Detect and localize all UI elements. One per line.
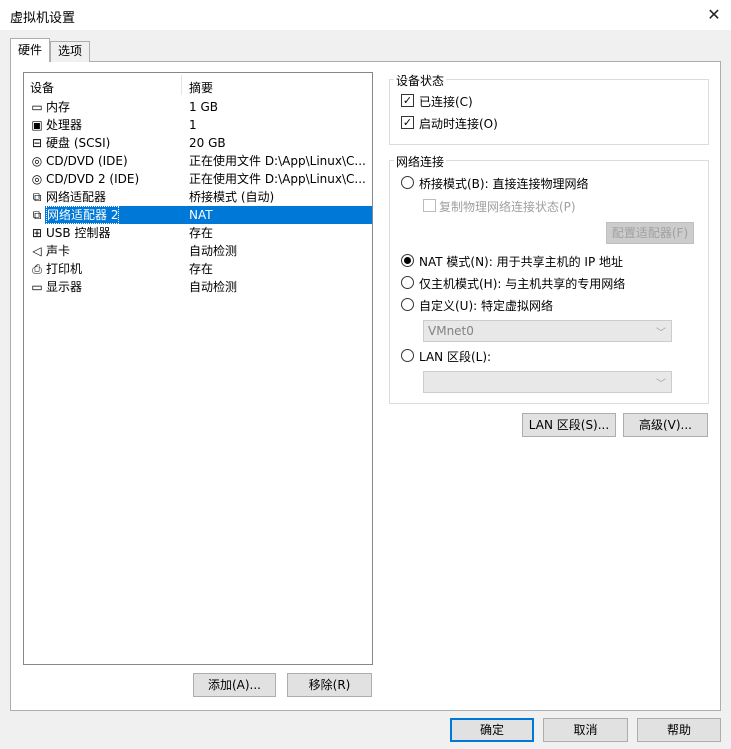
device-summary: 正在使用文件 D:\App\Linux\C... (189, 154, 366, 168)
network-adapter-icon: ⧉ (32, 190, 42, 204)
replicate-state-checkbox[interactable] (423, 199, 436, 212)
device-name: 显示器 (46, 280, 83, 294)
lan-segments-button[interactable]: LAN 区段(S)... (522, 413, 616, 437)
add-button[interactable]: 添加(A)... (193, 673, 276, 697)
device-name: USB 控制器 (46, 226, 111, 240)
replicate-state-label[interactable]: 复制物理网络连接状态(P) (439, 198, 576, 215)
title-bar (0, 0, 731, 30)
connected-label[interactable]: 已连接(C) (419, 93, 473, 110)
device-row[interactable]: ⊟ 硬盘 (SCSI) 20 GB (24, 134, 372, 152)
printer-icon: ⎙ (32, 262, 42, 276)
memory-icon: ▭ (31, 100, 43, 114)
device-row[interactable]: ▭ 显示器 自动检测 (24, 278, 372, 296)
device-summary: 桥接模式 (自动) (189, 190, 275, 204)
custom-network-value: VMnet0 (428, 324, 474, 338)
device-row[interactable]: ◎ CD/DVD (IDE) 正在使用文件 D:\App\Linux\C... (24, 152, 372, 170)
hard-disk-icon: ⊟ (31, 136, 43, 150)
connected-checkbox[interactable]: ✓ (401, 94, 414, 107)
connect-at-power-on-label[interactable]: 启动时连接(O) (419, 115, 498, 132)
display-icon: ▭ (31, 280, 43, 294)
device-summary: 1 (189, 118, 197, 132)
device-row[interactable]: ◎ CD/DVD 2 (IDE) 正在使用文件 D:\App\Linux\C... (24, 170, 372, 188)
device-row[interactable]: ⊞ USB 控制器 存在 (24, 224, 372, 242)
device-name: 网络适配器 2 (46, 206, 120, 224)
nat-label[interactable]: NAT 模式(N): 用于共享主机的 IP 地址 (419, 253, 623, 270)
custom-radio[interactable] (401, 298, 414, 311)
device-summary: 自动检测 (189, 280, 238, 294)
device-name: 硬盘 (SCSI) (46, 136, 111, 150)
device-summary: 自动检测 (189, 244, 238, 258)
host-only-label[interactable]: 仅主机模式(H): 与主机共享的专用网络 (419, 275, 625, 292)
ok-button[interactable]: 确定 (450, 718, 534, 742)
device-name: 内存 (46, 100, 71, 114)
lan-segment-radio[interactable] (401, 349, 414, 362)
custom-label[interactable]: 自定义(U): 特定虚拟网络 (419, 297, 553, 314)
device-name: 声卡 (46, 244, 71, 258)
close-icon[interactable]: ✕ (700, 2, 728, 28)
device-row[interactable]: ⧉ 网络适配器 2 NAT (24, 206, 372, 224)
host-only-radio[interactable] (401, 276, 414, 289)
network-connection-title: 网络连接 (394, 153, 447, 170)
device-row[interactable]: ◁ 声卡 自动检测 (24, 242, 372, 260)
cd-dvd-icon: ◎ (31, 154, 43, 168)
cancel-button[interactable]: 取消 (543, 718, 628, 742)
chevron-down-icon: ﹀ (656, 379, 666, 390)
connect-at-power-on-checkbox[interactable]: ✓ (401, 116, 414, 129)
nat-radio[interactable] (401, 254, 414, 267)
device-summary: 正在使用文件 D:\App\Linux\C... (189, 172, 366, 186)
device-list[interactable]: 设备 摘要 ▭ 内存 1 GB ▣ 处理器 1 ⊟ 硬盘 (SCSI) 20 GB ◎ CD/DVD… (23, 72, 373, 665)
device-row[interactable]: ▣ 处理器 1 (24, 116, 372, 134)
device-row[interactable]: ⎙ 打印机 存在 (24, 260, 372, 278)
lan-segment-select[interactable]: ﹀ (423, 371, 672, 393)
device-summary: 存在 (189, 262, 214, 276)
custom-network-select[interactable]: VMnet0 ﹀ (423, 320, 672, 342)
bridged-label[interactable]: 桥接模式(B): 直接连接物理网络 (419, 175, 588, 192)
device-name: CD/DVD 2 (IDE) (46, 172, 140, 186)
bridged-radio[interactable] (401, 176, 414, 189)
lan-segment-label[interactable]: LAN 区段(L): (419, 348, 491, 365)
device-name: 处理器 (46, 118, 83, 132)
device-status-title: 设备状态 (394, 72, 447, 89)
device-name: 打印机 (46, 262, 83, 276)
column-header-summary[interactable]: 摘要 (189, 79, 213, 96)
device-summary: 20 GB (189, 136, 226, 150)
remove-button[interactable]: 移除(R) (287, 673, 372, 697)
window-title: 虚拟机设置 (10, 11, 76, 26)
help-button[interactable]: 帮助 (637, 718, 721, 742)
device-summary: 1 GB (189, 100, 218, 114)
chevron-down-icon: ﹀ (656, 328, 666, 339)
column-header-device[interactable]: 设备 (30, 79, 54, 96)
device-name: 网络适配器 (46, 190, 107, 204)
advanced-button[interactable]: 高级(V)... (623, 413, 708, 437)
configure-adapters-button[interactable]: 配置适配器(F) (606, 222, 694, 244)
network-adapter-icon: ⧉ (32, 208, 42, 222)
processor-icon: ▣ (31, 118, 43, 132)
tab-options[interactable]: 选项 (50, 41, 90, 62)
usb-icon: ⊞ (31, 226, 43, 240)
device-row[interactable]: ⧉ 网络适配器 桥接模式 (自动) (24, 188, 372, 206)
device-name: CD/DVD (IDE) (46, 154, 128, 168)
device-summary: 存在 (189, 226, 214, 240)
device-row[interactable]: ▭ 内存 1 GB (24, 98, 372, 116)
cd-dvd-icon: ◎ (31, 172, 43, 186)
device-summary: NAT (189, 208, 213, 222)
speaker-icon: ◁ (32, 244, 42, 258)
column-divider[interactable] (181, 75, 182, 95)
tab-hardware[interactable]: 硬件 (10, 38, 50, 62)
